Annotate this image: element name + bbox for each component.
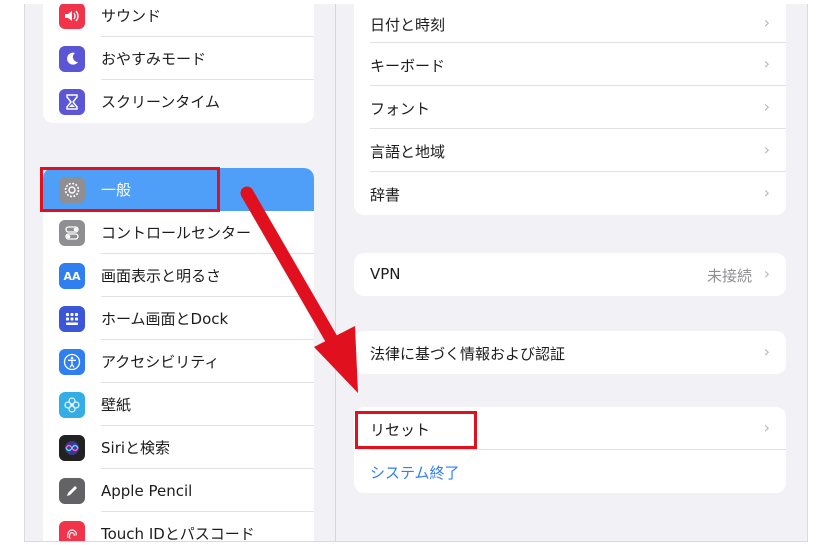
annotation-arrow <box>240 186 358 393</box>
